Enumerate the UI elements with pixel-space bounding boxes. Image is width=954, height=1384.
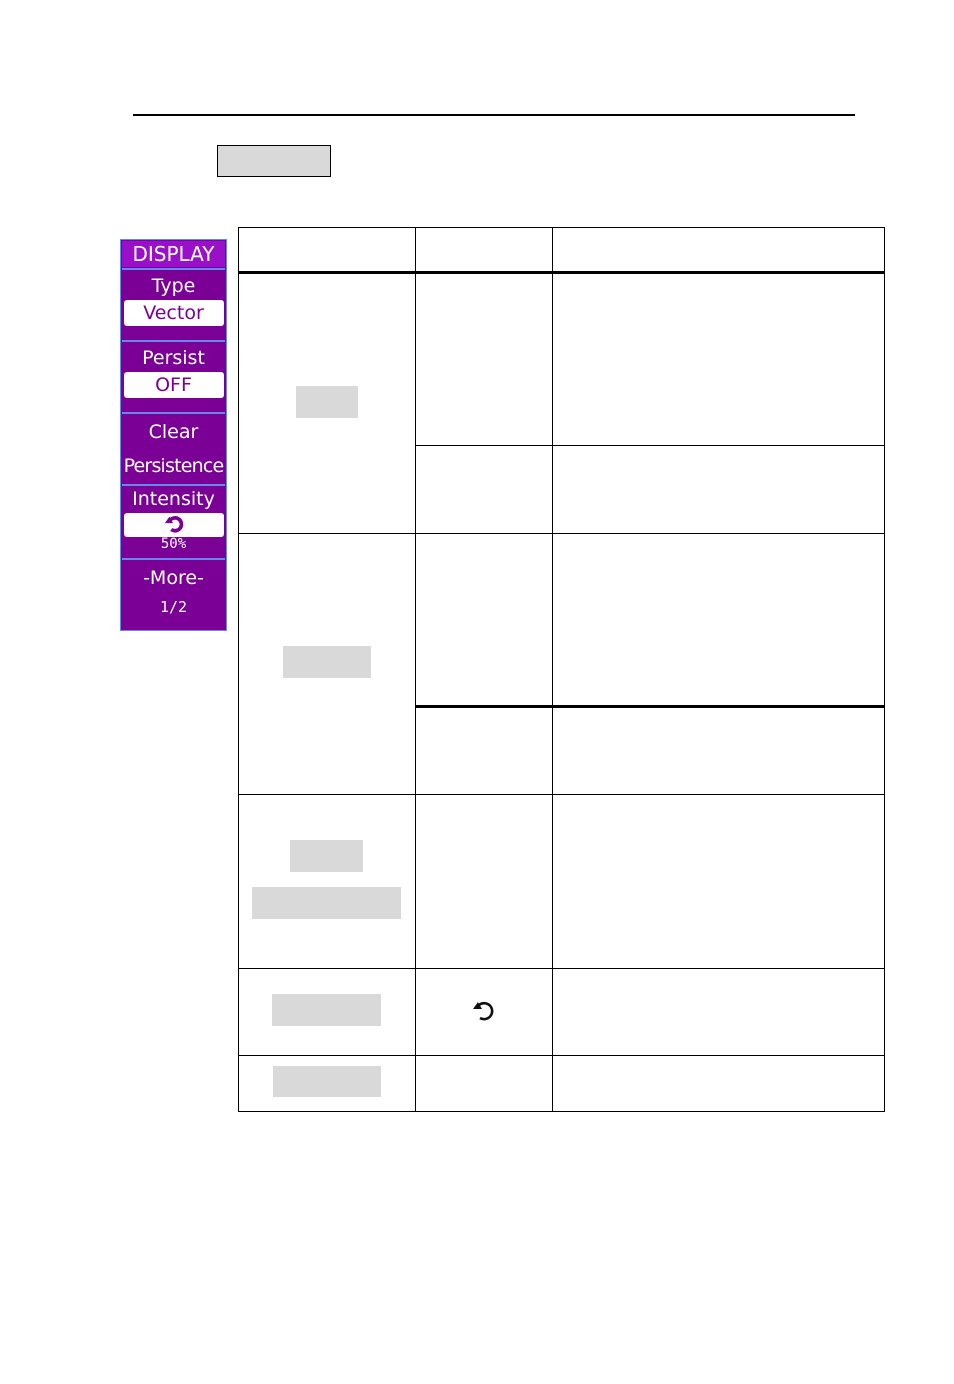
menu-item-type[interactable]: Type Vector [122,268,225,340]
table-row [238,1055,886,1112]
table-row [238,533,886,795]
option-label-placeholder [295,385,358,418]
menu-item-more[interactable]: -More- 1/2 [122,558,225,630]
menu-page-indicator: 1/2 [159,598,188,616]
header-cell-comments [551,227,886,273]
intensity-knob-indicator [123,513,224,537]
menu-item-label-line1: Clear [148,421,199,443]
menu-item-label: Intensity [132,488,215,510]
option-cell [238,1055,416,1112]
description-cell [551,706,886,795]
setting-cell [414,706,553,795]
rotate-knob-icon [472,1001,494,1021]
menu-item-value: OFF [123,372,224,398]
option-label-placeholder [272,994,382,1026]
menu-item-label: Type [151,275,196,297]
menu-item-label: -More- [143,567,204,589]
table-row [238,794,886,969]
option-label-placeholder [290,840,364,872]
setting-cell [414,445,553,534]
header-cell-settings [414,227,553,273]
table-header-row [238,227,886,273]
description-cell [551,533,886,707]
option-cell [238,968,416,1056]
table-row [238,272,886,534]
description-cell [551,272,886,446]
menu-item-persist[interactable]: Persist OFF [122,340,225,412]
menu-item-value: Vector [123,300,224,326]
table-row [238,968,886,1056]
setting-cell [414,272,553,446]
option-label-placeholder [252,887,402,919]
options-table [238,227,886,1112]
description-cell [551,968,886,1056]
intensity-value: 50% [160,536,187,552]
description-cell [551,445,886,534]
setting-cell [414,794,553,969]
rotate-knob-icon [164,516,183,533]
menu-item-clear-persistence[interactable]: Clear Persistence [122,412,225,484]
menu-header: DISPLAY [122,241,225,267]
description-cell [551,794,886,969]
menu-item-label-line2: Persistence [123,455,225,477]
header-cell-menu [238,227,416,273]
setting-cell [414,1055,553,1112]
option-cell [238,794,416,969]
menu-item-intensity[interactable]: Intensity 50% [122,484,225,558]
description-cell [551,1055,886,1112]
option-cell [238,272,416,534]
setting-cell [414,968,553,1056]
display-menu: DISPLAY Type Vector Persist OFF Clear Pe… [120,239,227,631]
setting-cell [414,533,553,707]
option-label-placeholder [272,1066,381,1097]
menu-item-label: Persist [142,347,205,369]
option-cell [238,533,416,795]
menu-key-label [217,145,331,177]
header-rule [133,114,855,116]
option-label-placeholder [282,646,371,678]
